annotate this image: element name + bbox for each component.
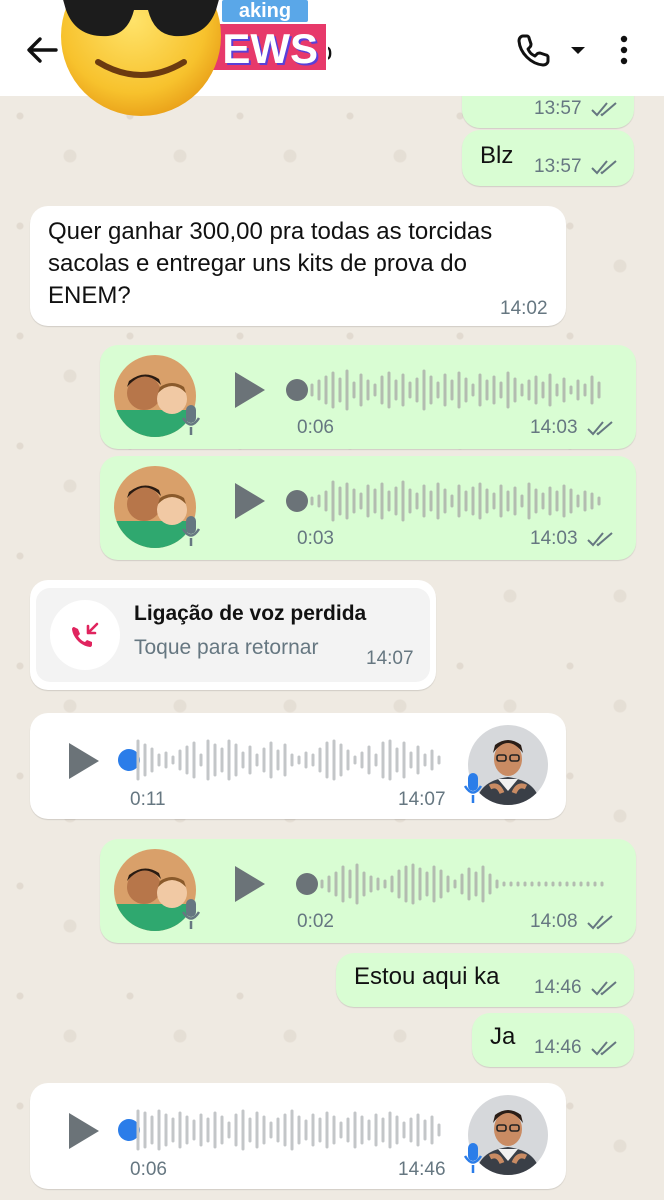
- message-time: 14:03: [530, 417, 578, 438]
- message-text: Quer ganhar 300,00 pra todas as torcidas…: [48, 218, 493, 309]
- message-incoming[interactable]: Quer ganhar 300,00 pra todas as torcidas…: [30, 206, 566, 326]
- message-outgoing[interactable]: Niz 13:57: [462, 96, 634, 128]
- message-text: Ja: [490, 1023, 516, 1050]
- voice-message-incoming[interactable]: 0:11 14:07: [30, 713, 566, 819]
- message-time: 14:46: [398, 1159, 446, 1180]
- mic-icon: [181, 405, 201, 435]
- play-icon[interactable]: [232, 864, 268, 904]
- voice-duration: 0:11: [130, 789, 166, 810]
- voice-message-outgoing[interactable]: 0:02 14:08: [100, 839, 636, 943]
- mic-icon: [463, 773, 483, 803]
- mic-icon: [181, 516, 201, 546]
- double-check-icon: [591, 981, 617, 996]
- voice-message-incoming[interactable]: 0:06 14:46: [30, 1083, 566, 1189]
- mic-icon: [181, 899, 201, 929]
- message-time: 14:46: [534, 977, 582, 998]
- double-check-icon: [587, 915, 613, 930]
- voice-duration: 0:06: [297, 417, 334, 438]
- double-check-icon: [591, 1041, 617, 1056]
- waveform: [310, 480, 601, 522]
- message-text: Estou aqui ka: [354, 963, 500, 990]
- message-time: 14:07: [398, 789, 446, 810]
- voice-duration: 0:06: [130, 1159, 167, 1180]
- double-check-icon: [591, 160, 617, 175]
- play-icon[interactable]: [66, 741, 102, 781]
- progress-dot[interactable]: [286, 490, 308, 512]
- news-logo-top: aking: [222, 0, 308, 22]
- voice-message-outgoing[interactable]: 0:03 14:03: [100, 456, 636, 560]
- message-time: 14:03: [530, 528, 578, 549]
- missed-call-card[interactable]: Ligação de voz perdida Toque para retorn…: [30, 580, 436, 690]
- message-time: 13:57: [534, 98, 582, 119]
- missed-call-icon-wrap: [50, 600, 120, 670]
- double-check-icon: [587, 421, 613, 436]
- message-time: 13:57: [534, 156, 582, 177]
- missed-call-subtitle: Toque para retornar: [134, 636, 319, 659]
- sunglasses-emoji-icon: [61, 0, 221, 116]
- message-outgoing[interactable]: Estou aqui ka 14:46: [336, 953, 634, 1007]
- progress-dot[interactable]: [296, 873, 318, 895]
- chat-area[interactable]: Niz 13:57 Blz 13:57 Quer ganhar 300,00 p…: [0, 96, 664, 1200]
- waveform: [136, 1109, 441, 1151]
- waveform: [136, 739, 441, 781]
- voice-message-outgoing[interactable]: 0:06 14:03: [100, 345, 636, 449]
- chevron-down-icon[interactable]: [566, 38, 590, 62]
- message-text: Blz: [480, 142, 514, 169]
- progress-dot[interactable]: [286, 379, 308, 401]
- play-icon[interactable]: [232, 370, 268, 410]
- message-outgoing[interactable]: Blz 13:57: [462, 130, 634, 186]
- more-vert-icon[interactable]: [612, 30, 636, 70]
- message-time: 14:07: [366, 648, 414, 669]
- phone-icon[interactable]: [514, 30, 554, 70]
- message-time: 14:02: [500, 298, 548, 319]
- message-time: 14:46: [534, 1037, 582, 1058]
- missed-call-title: Ligação de voz perdida: [134, 602, 367, 625]
- waveform: [310, 369, 601, 411]
- voice-duration: 0:03: [297, 528, 334, 549]
- message-text: Niz: [480, 96, 515, 104]
- play-icon[interactable]: [232, 481, 268, 521]
- message-outgoing[interactable]: Ja 14:46: [472, 1013, 634, 1067]
- double-check-icon: [587, 532, 613, 547]
- waveform: [320, 863, 604, 905]
- double-check-icon: [591, 102, 617, 117]
- message-time: 14:08: [530, 911, 578, 932]
- play-icon[interactable]: [66, 1111, 102, 1151]
- mic-icon: [463, 1143, 483, 1173]
- missed-call-icon: [72, 622, 99, 647]
- voice-duration: 0:02: [297, 911, 334, 932]
